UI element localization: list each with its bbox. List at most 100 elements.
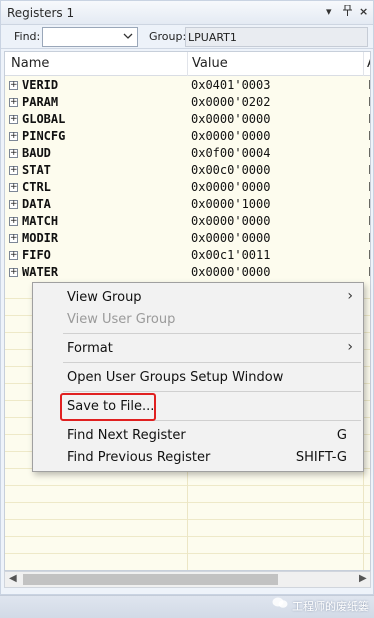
window-dropdown-icon[interactable]: ▾ (326, 5, 332, 18)
register-value[interactable]: 0x0000'0000 (191, 265, 270, 279)
register-name: DATA (22, 197, 51, 211)
toolbar: Find: Group: LPUART1 (1, 25, 373, 49)
register-value[interactable]: 0x00c0'0000 (191, 163, 270, 177)
table-row[interactable]: + MODIR 0x0000'0000 F (5, 230, 370, 247)
register-access: F (368, 163, 370, 177)
register-value[interactable]: 0x0000'0000 (191, 112, 270, 126)
expand-icon[interactable]: + (9, 234, 18, 243)
register-value[interactable]: 0x0000'0000 (191, 231, 270, 245)
table-row[interactable]: + FIFO 0x00c1'0011 F (5, 247, 370, 264)
register-value[interactable]: 0x0000'0000 (191, 180, 270, 194)
menu-item-format[interactable]: Format › (33, 337, 363, 359)
table-row[interactable]: + MATCH 0x0000'0000 F (5, 213, 370, 230)
menu-separator (63, 362, 361, 363)
highlight-annotation (60, 393, 156, 421)
menu-item-label: Find Previous Register (67, 450, 211, 465)
chevron-right-icon: › (347, 288, 353, 304)
column-divider[interactable] (187, 52, 188, 76)
menu-item-shortcut: SHIFT-G (295, 450, 347, 465)
register-name: STAT (22, 163, 51, 177)
expand-icon[interactable]: + (9, 183, 18, 192)
grid-header: Name Value A (5, 52, 370, 76)
register-access: F (368, 214, 370, 228)
register-name: FIFO (22, 248, 51, 262)
group-field[interactable]: LPUART1 (185, 27, 368, 47)
pin-icon[interactable] (343, 4, 352, 19)
register-name: CTRL (22, 180, 51, 194)
menu-item-label: Find Next Register (67, 428, 186, 443)
expand-icon[interactable]: + (9, 268, 18, 277)
menu-item-label: View User Group (67, 312, 176, 327)
expand-icon[interactable]: + (9, 115, 18, 124)
register-name: MATCH (22, 214, 59, 228)
menu-item-find-previous-register[interactable]: Find Previous Register SHIFT-G (33, 446, 363, 468)
register-rows: + VERID 0x0401'0003 F + PARAM 0x0000'0202 F + GLO… (5, 77, 370, 281)
expand-icon[interactable]: + (9, 217, 18, 226)
menu-item-open-user-groups-setup-window[interactable]: Open User Groups Setup Window (33, 366, 363, 388)
table-row[interactable]: + CTRL 0x0000'0000 F (5, 179, 370, 196)
menu-item-view-user-group: View User Group (33, 308, 363, 330)
column-divider[interactable] (363, 52, 364, 76)
table-row[interactable]: + PINCFG 0x0000'0000 F (5, 128, 370, 145)
register-name: BAUD (22, 146, 51, 160)
scroll-left-icon[interactable]: ◀ (9, 573, 17, 584)
chevron-down-icon[interactable] (123, 29, 133, 46)
register-name: GLOBAL (22, 112, 66, 126)
register-value[interactable]: 0x0f00'0004 (191, 146, 270, 160)
find-label: Find: (14, 30, 41, 43)
horizontal-scrollbar[interactable]: ◀ ▶ (4, 571, 371, 588)
table-row[interactable]: + PARAM 0x0000'0202 F (5, 94, 370, 111)
find-combobox[interactable] (42, 27, 138, 47)
close-icon[interactable]: × (359, 5, 368, 18)
register-access: F (368, 129, 370, 143)
menu-item-shortcut: G (336, 428, 347, 443)
table-row[interactable]: + WATER 0x0000'0000 F (5, 264, 370, 281)
register-access: F (368, 265, 370, 279)
table-row[interactable]: + VERID 0x0401'0003 F (5, 77, 370, 94)
menu-item-label: Open User Groups Setup Window (67, 370, 284, 385)
expand-icon[interactable]: + (9, 251, 18, 260)
expand-icon[interactable]: + (9, 81, 18, 90)
expand-icon[interactable]: + (9, 200, 18, 209)
expand-icon[interactable]: + (9, 149, 18, 158)
context-menu: View Group › View User Group Format › Open Us… (32, 282, 364, 472)
menu-item-label: View Group (67, 290, 142, 305)
expand-icon[interactable]: + (9, 132, 18, 141)
register-name: VERID (22, 78, 59, 92)
register-name: WATER (22, 265, 59, 279)
register-access: F (368, 248, 370, 262)
register-value[interactable]: 0x00c1'0011 (191, 248, 270, 262)
register-value[interactable]: 0x0000'0000 (191, 129, 270, 143)
table-row[interactable]: + STAT 0x00c0'0000 F (5, 162, 370, 179)
register-access: F (368, 112, 370, 126)
menu-item-find-next-register[interactable]: Find Next Register G (33, 424, 363, 446)
register-value[interactable]: 0x0000'1000 (191, 197, 270, 211)
column-header-value[interactable]: Value (192, 56, 228, 71)
expand-icon[interactable]: + (9, 98, 18, 107)
register-value[interactable]: 0x0000'0000 (191, 214, 270, 228)
chevron-right-icon: › (347, 339, 353, 355)
table-row[interactable]: + GLOBAL 0x0000'0000 F (5, 111, 370, 128)
menu-separator (63, 391, 361, 392)
panel-titlebar: Registers 1 ▾ × (1, 1, 373, 25)
register-name: PINCFG (22, 129, 66, 143)
table-row[interactable]: + DATA 0x0000'1000 F (5, 196, 370, 213)
menu-separator (63, 333, 361, 334)
scroll-right-icon[interactable]: ▶ (359, 573, 367, 584)
register-access: F (368, 78, 370, 92)
column-header-access[interactable]: A (367, 56, 370, 71)
register-name: PARAM (22, 95, 59, 109)
register-access: F (368, 197, 370, 211)
panel-title: Registers 1 (7, 6, 75, 20)
scrollbar-thumb[interactable] (23, 574, 278, 585)
table-row[interactable]: + BAUD 0x0f00'0004 F (5, 145, 370, 162)
menu-item-view-group[interactable]: View Group › (33, 286, 363, 308)
expand-icon[interactable]: + (9, 166, 18, 175)
column-header-name[interactable]: Name (11, 56, 49, 71)
group-label: Group: (149, 30, 187, 43)
register-value[interactable]: 0x0000'0202 (191, 95, 270, 109)
register-value[interactable]: 0x0401'0003 (191, 78, 270, 92)
register-access: F (368, 95, 370, 109)
menu-item-label: Format (67, 341, 113, 356)
register-name: MODIR (22, 231, 59, 245)
